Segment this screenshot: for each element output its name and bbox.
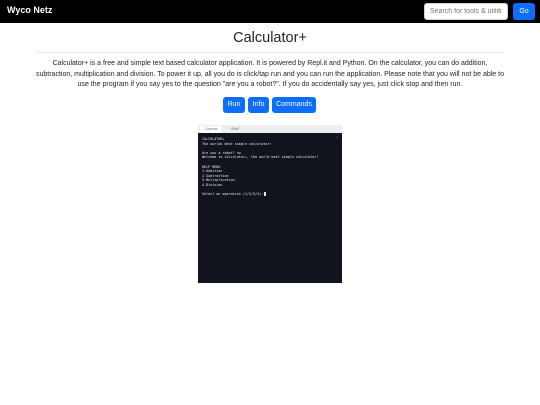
go-button[interactable]: Go: [513, 3, 535, 20]
navbar: Wyco Netz Go: [0, 0, 540, 23]
page-title: Calculator+: [233, 30, 307, 46]
console-line: Welcome to Calculator+, the world best s…: [202, 155, 319, 160]
console-prompt: Select an operation (1/2/3/4):: [202, 192, 264, 197]
info-button[interactable]: Info: [248, 97, 269, 113]
app-preview[interactable]: Console Shell – × CALCULATOR+ The worlds…: [198, 125, 342, 283]
run-button[interactable]: Run: [223, 97, 245, 113]
console-output[interactable]: CALCULATOR+ The worlds best simple calcu…: [202, 137, 336, 197]
cursor-icon: [264, 192, 267, 197]
tab-shell[interactable]: Shell: [224, 126, 246, 133]
tab-console[interactable]: Console: [200, 126, 222, 133]
divider: [36, 52, 504, 53]
brand-logo[interactable]: Wyco Netz: [7, 5, 52, 15]
search-input[interactable]: [424, 3, 508, 20]
preview-tabs: Console Shell: [198, 125, 342, 133]
page-description: Calculator+ is a free and simple text ba…: [36, 60, 504, 88]
console-prompt-line: Select an operation (1/2/3/4):: [202, 192, 336, 197]
commands-button[interactable]: Commands: [272, 97, 316, 113]
